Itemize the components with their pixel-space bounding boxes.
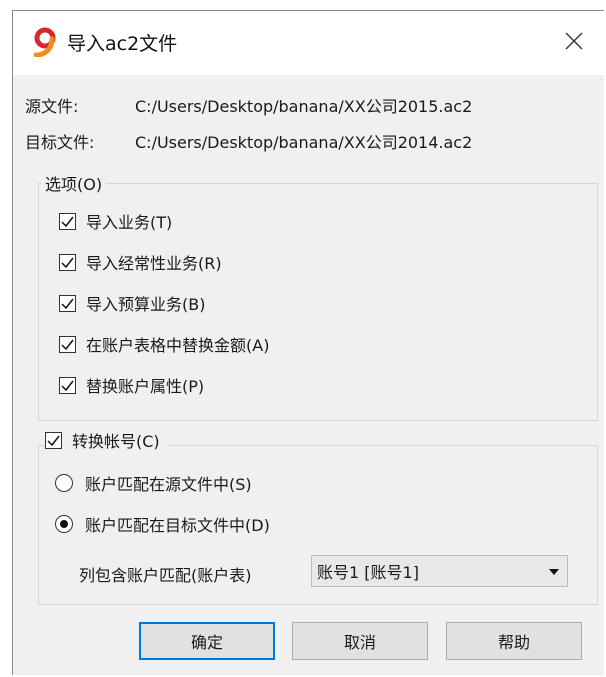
check-icon bbox=[61, 339, 74, 350]
chevron-down-icon bbox=[549, 569, 559, 575]
radio-match-in-source[interactable]: 账户匹配在源文件中(S) bbox=[55, 471, 252, 495]
option-replace-account-properties[interactable]: 替换账户属性(P) bbox=[59, 373, 204, 397]
option-import-recurring[interactable]: 导入经常性业务(R) bbox=[59, 250, 222, 274]
checkbox[interactable] bbox=[59, 376, 76, 394]
cancel-button[interactable]: 取消 bbox=[292, 622, 428, 660]
checkbox[interactable] bbox=[45, 431, 62, 449]
option-label: 在账户表格中替换金额(A) bbox=[86, 336, 270, 355]
option-import-budget[interactable]: 导入预算业务(B) bbox=[59, 291, 205, 315]
mapping-column-value: 账号1 [账号1] bbox=[317, 563, 419, 582]
source-file-label: 源文件: bbox=[25, 97, 79, 116]
source-file-row: 源文件: C:/Users/Desktop/banana/XX公司2015.ac2 bbox=[25, 93, 472, 117]
banana-app-icon bbox=[33, 27, 59, 58]
check-icon bbox=[61, 216, 74, 227]
option-label: 导入业务(T) bbox=[86, 213, 173, 232]
target-file-label: 目标文件: bbox=[25, 133, 95, 152]
radio-button[interactable] bbox=[55, 474, 73, 492]
ok-button[interactable]: 确定 bbox=[139, 622, 275, 660]
close-icon bbox=[565, 32, 583, 50]
option-label: 替换账户属性(P) bbox=[86, 377, 205, 396]
title-bar: 导入ac2文件 bbox=[13, 11, 604, 75]
mapping-column-label: 列包含账户匹配(账户表) bbox=[79, 566, 252, 585]
mapping-column-select[interactable]: 账号1 [账号1] bbox=[311, 555, 568, 587]
target-file-path: C:/Users/Desktop/banana/XX公司2014.ac2 bbox=[135, 133, 473, 152]
checkbox[interactable] bbox=[59, 335, 76, 353]
convert-account-checkbox[interactable]: 转换帐号(C) bbox=[45, 428, 166, 452]
check-icon bbox=[61, 380, 74, 391]
checkbox[interactable] bbox=[59, 212, 76, 230]
convert-account-label: 转换帐号(C) bbox=[72, 432, 160, 451]
radio-match-in-target[interactable]: 账户匹配在目标文件中(D) bbox=[55, 512, 270, 536]
source-file-path: C:/Users/Desktop/banana/XX公司2015.ac2 bbox=[135, 97, 473, 116]
target-file-row: 目标文件: C:/Users/Desktop/banana/XX公司2014.ac… bbox=[25, 129, 472, 153]
window-title: 导入ac2文件 bbox=[67, 33, 178, 55]
check-icon bbox=[61, 257, 74, 268]
radio-button[interactable] bbox=[55, 515, 73, 533]
check-icon bbox=[61, 298, 74, 309]
options-group-title: 选项(O) bbox=[41, 171, 107, 195]
option-replace-amounts[interactable]: 在账户表格中替换金额(A) bbox=[59, 332, 269, 356]
help-button[interactable]: 帮助 bbox=[446, 622, 582, 660]
option-import-transactions[interactable]: 导入业务(T) bbox=[59, 209, 172, 233]
radio-label: 账户匹配在源文件中(S) bbox=[85, 475, 252, 494]
checkbox[interactable] bbox=[59, 253, 76, 271]
option-label: 导入经常性业务(R) bbox=[86, 254, 222, 273]
import-dialog: 导入ac2文件 源文件: C:/Users/Desktop/banana/XX公司… bbox=[12, 10, 604, 675]
check-icon bbox=[47, 435, 60, 446]
close-button[interactable] bbox=[544, 11, 604, 71]
option-label: 导入预算业务(B) bbox=[86, 295, 206, 314]
radio-label: 账户匹配在目标文件中(D) bbox=[85, 516, 270, 535]
checkbox[interactable] bbox=[59, 294, 76, 312]
